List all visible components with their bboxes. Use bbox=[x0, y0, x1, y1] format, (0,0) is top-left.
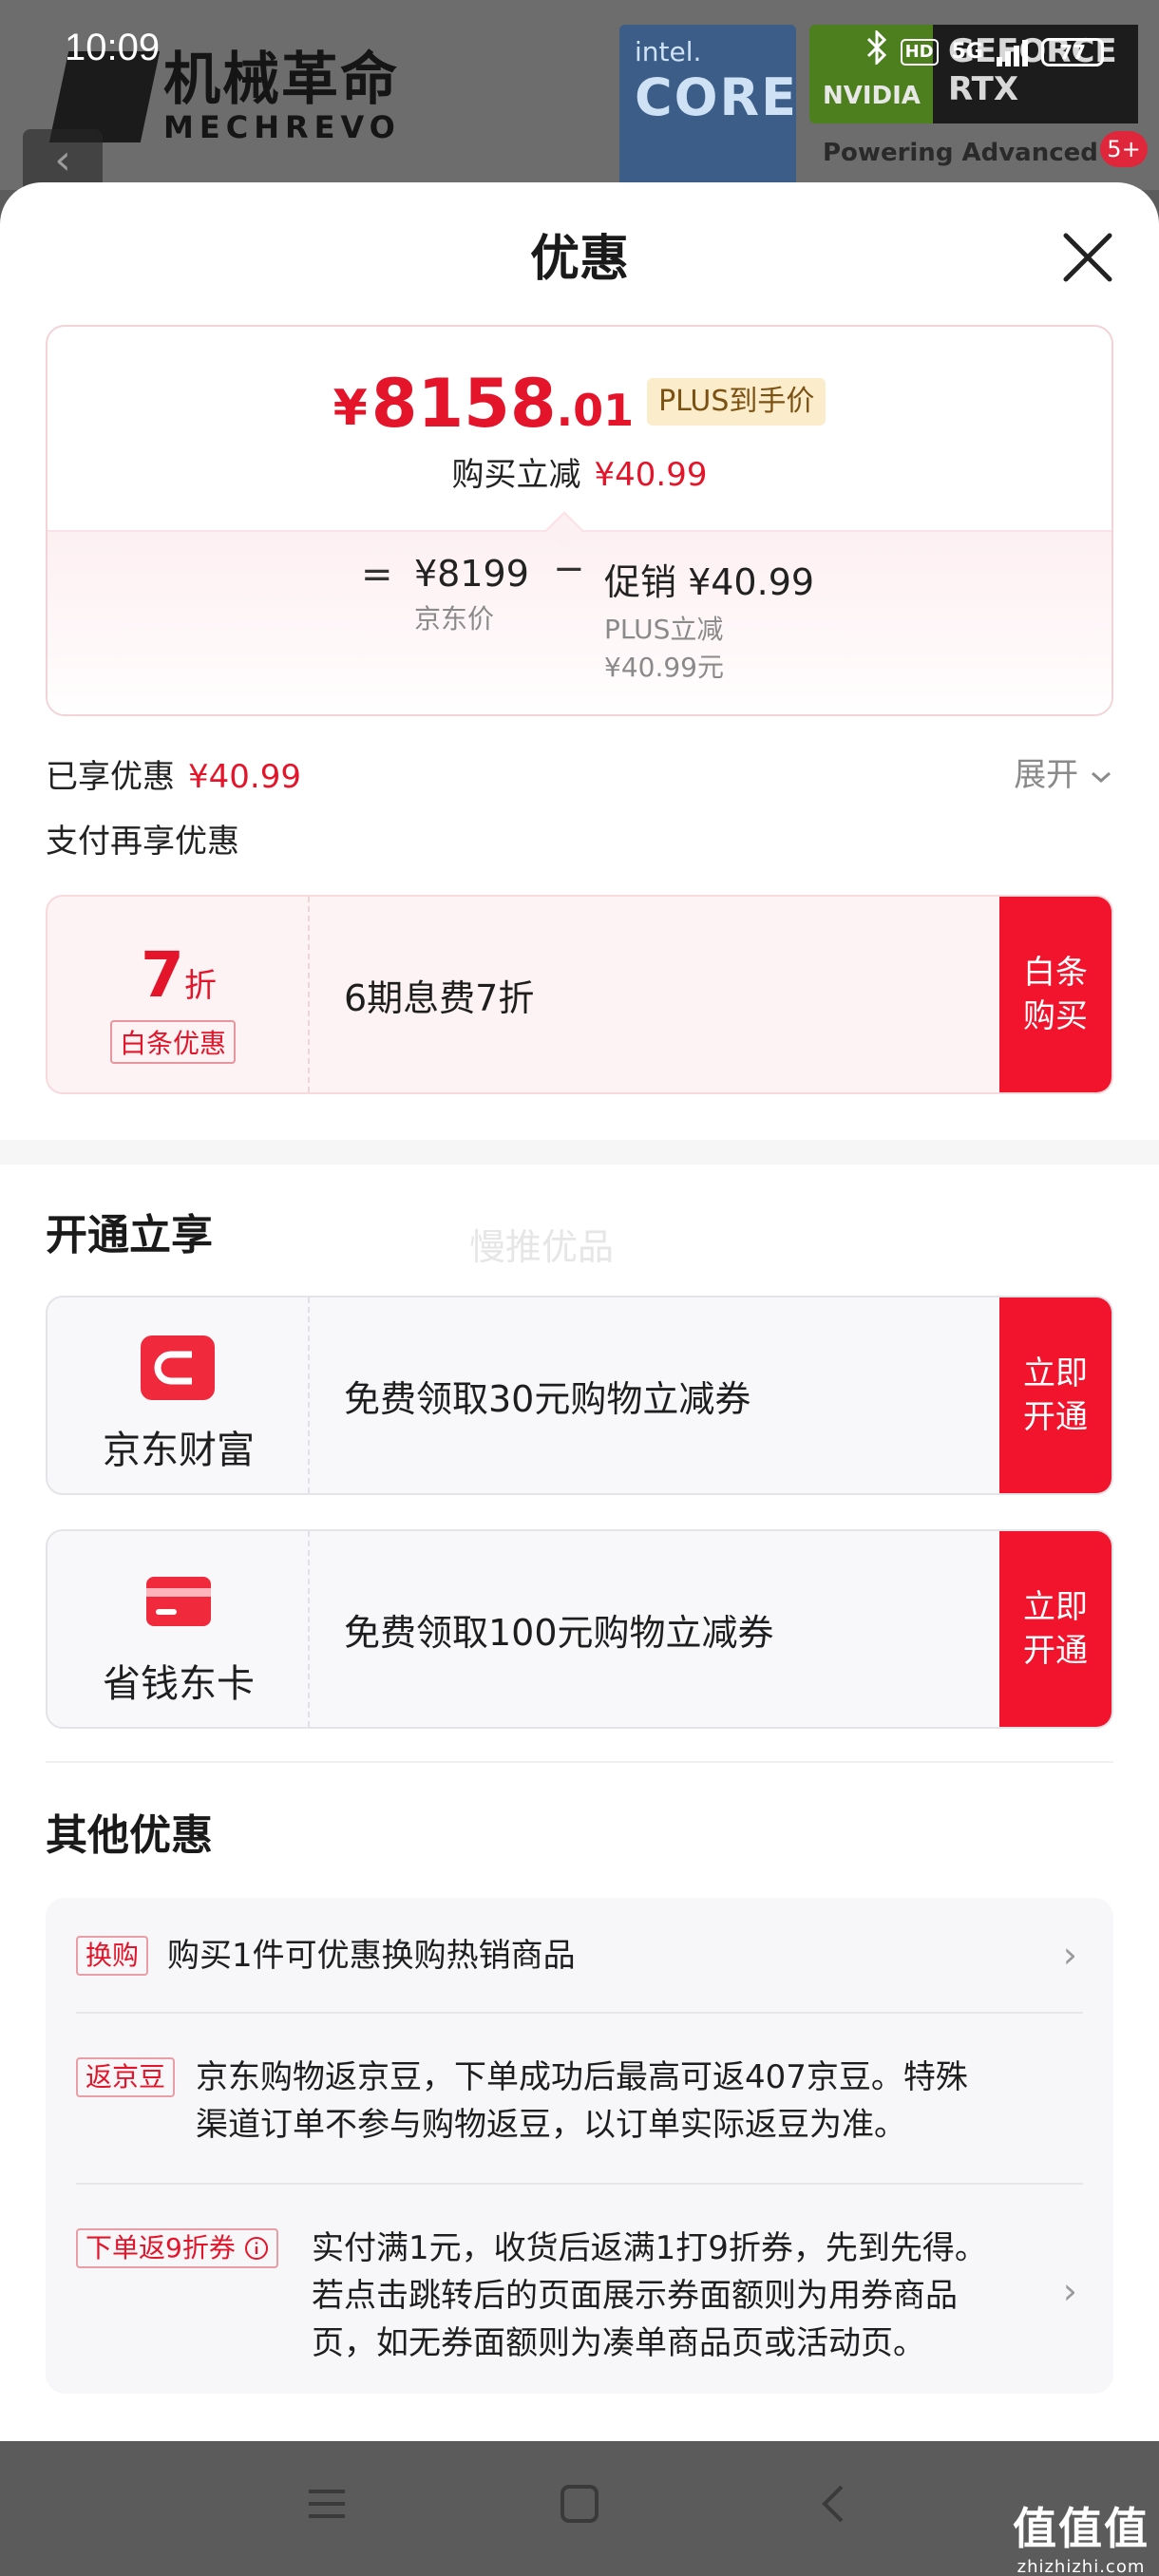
chevron-down-icon bbox=[1092, 771, 1111, 784]
brand-name-en: MECHREVO bbox=[163, 109, 401, 145]
baitiao-discount-unit: 折 bbox=[183, 967, 217, 1005]
price-decimal: .01 bbox=[556, 385, 635, 436]
system-nav-bar bbox=[0, 2441, 1159, 2576]
enjoyed-label: 已享优惠 bbox=[46, 758, 175, 796]
offer-text-line: 京东购物返京豆，下单成功后最高可返407京豆。特殊 bbox=[196, 2058, 968, 2096]
status-time: 10:09 bbox=[65, 27, 161, 68]
signal-icon bbox=[997, 38, 1028, 66]
open-card-name: 省钱东卡 bbox=[103, 1662, 255, 1706]
baitiao-discount-num: 7 bbox=[141, 938, 184, 1012]
hd-voice-icon: HD bbox=[900, 38, 939, 66]
back-arrow-icon: ‹ bbox=[23, 129, 103, 190]
pay-more-title: 支付再享优惠 bbox=[46, 823, 239, 861]
offer-separator bbox=[76, 2012, 1083, 2014]
home-nav-button[interactable] bbox=[559, 2483, 600, 2529]
chevron-right-icon: › bbox=[1062, 2270, 1077, 2312]
close-icon bbox=[1063, 233, 1112, 282]
open-card-name: 京东财富 bbox=[103, 1429, 255, 1472]
watermark-text: 慢推优品 bbox=[469, 1226, 615, 1268]
baitiao-coupon-card: 7折 白条优惠 6期息费7折 白条购买 bbox=[46, 895, 1113, 1094]
expand-label: 展开 bbox=[1014, 756, 1079, 794]
open-card-jd-wealth: 京东财富 免费领取30元购物立减券 立即开通 bbox=[46, 1296, 1113, 1495]
jd-price: ¥8199 bbox=[414, 553, 529, 595]
info-icon[interactable] bbox=[244, 2236, 269, 2261]
expand-button[interactable]: 展开 bbox=[1014, 748, 1113, 795]
offer-tag: 换购 bbox=[76, 1936, 149, 1976]
price-currency: ¥ bbox=[332, 380, 368, 437]
offer-tag: 下单返9折券 bbox=[76, 2228, 278, 2268]
offer-separator bbox=[76, 2183, 1083, 2185]
price-main: 8158 bbox=[370, 365, 557, 443]
offer-text: 购买1件可优惠换购热销商品 bbox=[167, 1937, 576, 1975]
open-section-title: 开通立享 bbox=[46, 1211, 213, 1260]
open-now-button[interactable]: 立即开通 bbox=[999, 1531, 1112, 1727]
bluetooth-icon bbox=[866, 28, 887, 73]
final-price: ¥ 8158 .01 PLUS到手价 bbox=[48, 369, 1112, 439]
offer-item-jd-beans: 返京豆 京东购物返京豆，下单成功后最高可返407京豆。特殊 渠道订单不参与购物返… bbox=[76, 2057, 1083, 2152]
enjoyed-value: ¥40.99 bbox=[188, 758, 301, 796]
promo-sub-label: PLUS立减 bbox=[604, 614, 724, 645]
open-now-label: 立即开通 bbox=[1023, 1588, 1088, 1670]
price-summary-card: ¥ 8158 .01 PLUS到手价 购买立减 ¥40.99 = ¥8199 京东… bbox=[46, 325, 1113, 716]
home-icon bbox=[560, 2485, 598, 2523]
section-rule bbox=[46, 1761, 1113, 1763]
offer-tag: 返京豆 bbox=[76, 2057, 176, 2097]
cart-count-badge: 5+ bbox=[1100, 131, 1148, 167]
offer-text-line: 若点击跳转后的页面展示券面额则为用券商品 bbox=[312, 2277, 958, 2315]
promo-sub-value: ¥40.99元 bbox=[604, 652, 724, 683]
menu-nav-button[interactable] bbox=[306, 2483, 348, 2529]
network-type: 5G bbox=[951, 39, 983, 64]
open-now-button[interactable]: 立即开通 bbox=[999, 1297, 1112, 1493]
baitiao-buy-label: 白条购买 bbox=[1023, 954, 1088, 1035]
offer-item-coupon-return[interactable]: 下单返9折券 实付满1元，收货后返满1打9折券，先到先得。 若点击跳转后的页面展… bbox=[76, 2228, 1083, 2371]
site-watermark-small: zhizhizhi.com bbox=[1016, 2557, 1146, 2576]
offer-text-line: 实付满1元，收货后返满1打9折券，先到先得。 bbox=[312, 2229, 987, 2267]
chevron-right-icon: › bbox=[1062, 1934, 1077, 1976]
menu-icon bbox=[309, 2490, 345, 2518]
enjoyed-discount: 已享优惠 ¥40.99 bbox=[46, 750, 301, 797]
status-bar: 10:09 HD 5G 77 bbox=[0, 0, 1159, 91]
back-icon bbox=[822, 2485, 844, 2523]
offer-text-line: 页，如无券面额则为凑单商品页或活动页。 bbox=[312, 2324, 925, 2362]
equals-sign: = bbox=[361, 553, 393, 597]
powering-text: Powering Advanced A bbox=[823, 139, 1127, 167]
minus-sign: − bbox=[553, 547, 585, 591]
baitiao-description: 6期息费7折 bbox=[344, 976, 535, 1019]
open-card-description: 免费领取100元购物立减券 bbox=[344, 1611, 774, 1654]
site-watermark-big: 值值值 bbox=[1013, 2503, 1150, 2554]
offer-tag-label: 下单返9折券 bbox=[86, 2232, 236, 2263]
baitiao-buy-button[interactable]: 白条购买 bbox=[999, 897, 1112, 1092]
offer-text-line: 渠道订单不参与购物返豆，以订单实际返豆为准。 bbox=[196, 2106, 906, 2144]
baitiao-discount: 7折 bbox=[48, 938, 310, 1012]
jd-wealth-icon bbox=[139, 1334, 217, 1402]
open-now-label: 立即开通 bbox=[1023, 1354, 1088, 1436]
buy-discount-value: ¥40.99 bbox=[594, 456, 708, 494]
baitiao-tag: 白条优惠 bbox=[110, 1020, 237, 1064]
plus-price-tag: PLUS到手价 bbox=[647, 378, 826, 426]
open-card-description: 免费领取30元购物立减券 bbox=[344, 1377, 751, 1420]
battery-icon: 77 bbox=[1041, 37, 1104, 66]
price-breakdown: = ¥8199 京东价 − 促销 ¥40.99 PLUS立减 ¥40.99元 bbox=[48, 530, 1112, 714]
buy-discount-label: 购买立减 bbox=[451, 456, 581, 494]
site-watermark: 值值值 zhizhizhi.com bbox=[1013, 2494, 1150, 2576]
back-nav-button[interactable] bbox=[813, 2483, 855, 2529]
other-offers-title: 其他优惠 bbox=[46, 1811, 213, 1860]
open-card-savings-card: 省钱东卡 免费领取100元购物立减券 立即开通 bbox=[46, 1529, 1113, 1729]
offer-item-exchange[interactable]: 换购 购买1件可优惠换购热销商品 › bbox=[76, 1934, 1083, 1983]
promo-value: 促销 ¥40.99 bbox=[604, 561, 815, 603]
section-divider bbox=[0, 1140, 1159, 1165]
buy-discount-line: 购买立减 ¥40.99 bbox=[48, 448, 1112, 495]
savings-card-icon bbox=[139, 1567, 217, 1636]
close-button[interactable] bbox=[1056, 226, 1119, 289]
discount-sheet: 优惠 ¥ 8158 .01 PLUS到手价 购买立减 ¥40.99 = ¥8199… bbox=[0, 182, 1159, 2441]
jd-price-label: 京东价 bbox=[414, 603, 495, 635]
other-offers-list: 换购 购买1件可优惠换购热销商品 › 返京豆 京东购物返京豆，下单成功后最高可返… bbox=[46, 1898, 1113, 2394]
sheet-title: 优惠 bbox=[529, 231, 629, 288]
